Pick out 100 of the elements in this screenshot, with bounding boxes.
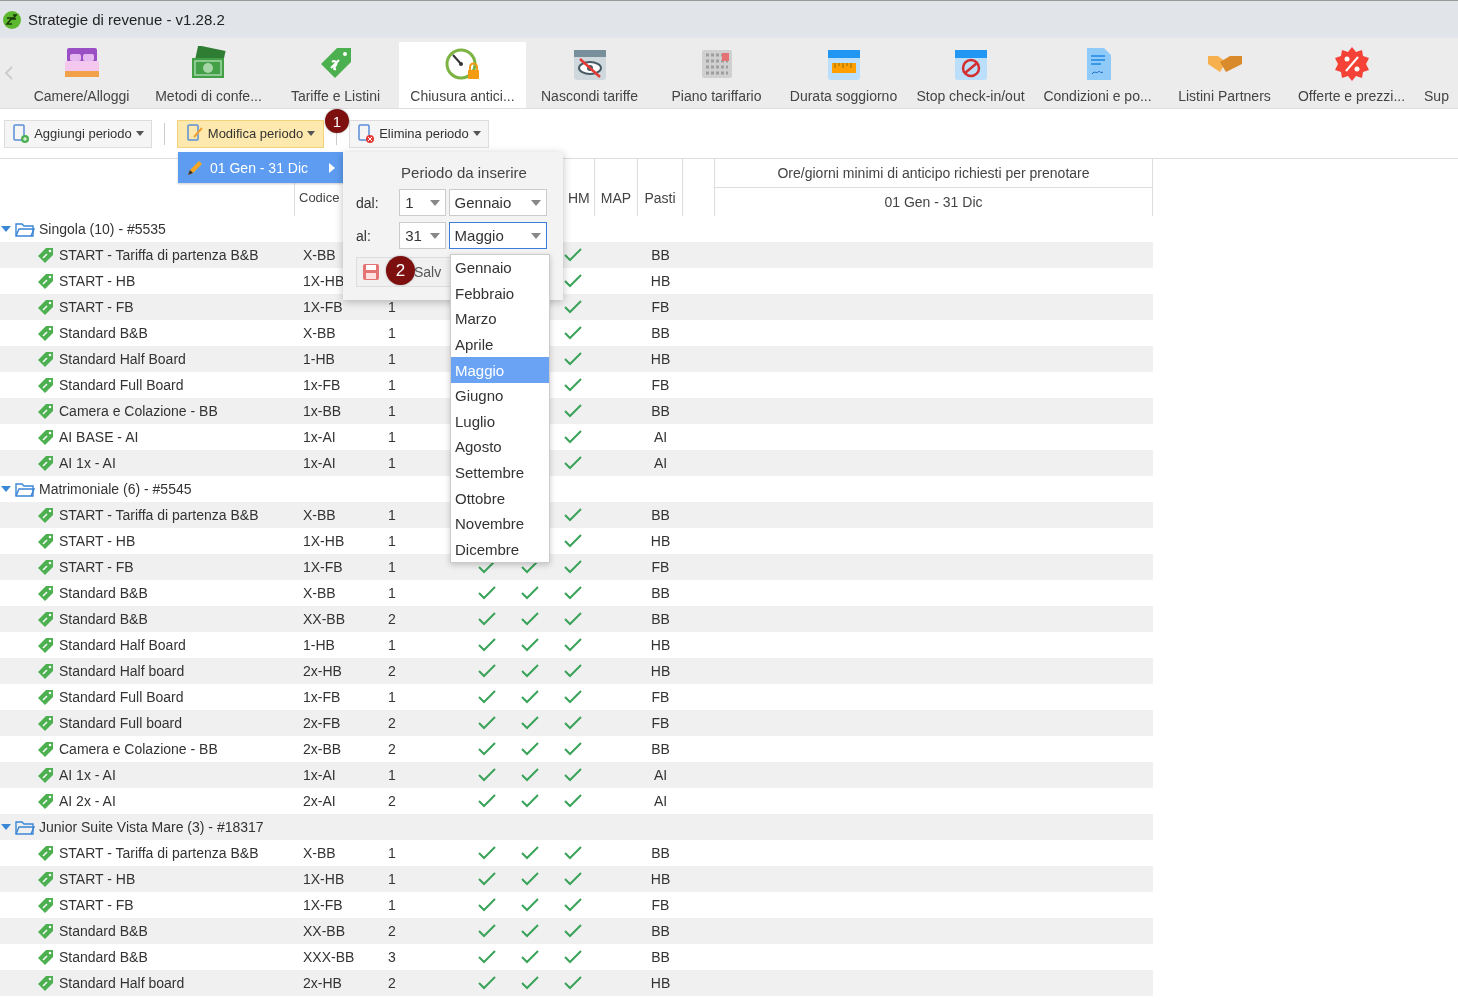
rate-code: X-BB [302,325,337,341]
meal-plan: FB [650,299,671,315]
ribbon-tab[interactable]: Tariffe e Listini [272,42,399,108]
month-option[interactable]: Luglio [451,408,549,435]
ribbon-tab[interactable]: Nascondi tariffe [526,42,653,108]
ribbon-tab[interactable]: Offerte e prezzi... [1288,42,1415,108]
ribbon-tab[interactable]: Durata soggiorno [780,42,907,108]
rate-name: Standard B&B [59,325,148,341]
expanded-caret-icon[interactable] [1,822,11,832]
checkmark-icon [477,612,496,626]
month-option[interactable]: Aprile [451,331,549,358]
expanded-caret-icon[interactable] [1,484,11,494]
month-option[interactable]: Giugno [451,382,549,409]
month-select[interactable]: Gennaio [448,189,547,216]
rate-count: 2 [387,741,397,757]
price-tag-icon [37,740,54,758]
ribbon-tab[interactable]: Listini Partners [1161,42,1288,108]
rate-count: 1 [387,689,397,705]
ribbon-tab[interactable]: Piano tariffario [653,42,780,108]
price-tag-icon [37,714,54,732]
checkmark-icon [477,950,496,964]
ribbon-tab[interactable]: Condizioni e po... [1034,42,1161,108]
rate-name: Standard Full Board [59,689,184,705]
rate-name: AI BASE - AI [59,429,139,445]
rate-name: START - FB [59,299,134,315]
meal-plan: FB [650,897,671,913]
price-tag-icon [37,324,54,342]
month-option[interactable]: Novembre [451,510,549,537]
checkmark-icon [477,638,496,652]
rate-name: Standard Full Board [59,377,184,393]
price-tag-icon [37,636,54,654]
checkmark-icon [564,638,582,652]
expanded-caret-icon[interactable] [1,224,11,234]
month-option[interactable]: Dicembre [451,536,549,563]
checkmark-icon [520,976,539,990]
checkmark-icon [564,794,582,808]
rate-name: Standard Full board [59,715,182,731]
meal-plan: AI [652,429,669,445]
ribbon-tab[interactable]: Sup [1415,42,1458,108]
checkmark-icon [564,404,582,418]
group-title[interactable]: Junior Suite Vista Mare (3) - #18317 [39,819,264,835]
toolbar-button[interactable]: Modifica periodo [177,119,324,148]
dropdown-caret-icon [135,131,144,136]
price-tag-icon [37,246,54,264]
checkmark-icon [564,352,582,366]
meal-plan: HB [649,351,672,367]
price-tag-icon [37,454,54,472]
rate-count: 3 [387,949,397,965]
day-select[interactable]: 1 [399,189,446,216]
field-label: al: [356,227,372,244]
rate-code: 1X-FB [302,897,344,913]
toolbar-button[interactable]: Aggiungi periodo [4,119,152,148]
rate-code: 1x-AI [302,455,337,471]
price-tag-icon [37,298,54,316]
rate-count: 1 [387,455,397,471]
checkmark-icon [564,742,582,756]
group-title[interactable]: Matrimoniale (6) - #5545 [39,481,192,497]
month-option[interactable]: Ottobre [451,485,549,511]
rate-count: 1 [387,377,397,393]
checkmark-icon [564,248,582,262]
meal-plan: HB [649,975,672,991]
checkmark-icon [477,976,496,990]
meal-plan: BB [650,403,671,419]
ribbon-tab[interactable]: Camere/Alloggi [18,42,145,108]
price-tag-icon [37,610,54,628]
meal-plan: BB [650,611,671,627]
checkmark-icon [477,846,496,860]
month-option[interactable]: Marzo [451,306,549,332]
price-tag-icon [37,948,54,966]
month-option[interactable]: Febbraio [451,280,549,307]
rate-name: AI 2x - AI [59,793,116,809]
price-tag-icon [37,402,54,420]
month-select[interactable]: Maggio [448,222,547,249]
rate-count: 1 [387,585,397,601]
checkmark-icon [520,846,539,860]
ribbon-tab[interactable]: Stop check-in/out [907,42,1034,108]
checkmark-icon [564,976,582,990]
month-option[interactable]: Agosto [451,434,549,460]
checkmark-icon [520,612,539,626]
ribbon-tab[interactable]: Chiusura antici... [399,42,526,108]
checkmark-icon [520,716,539,730]
month-option[interactable]: Gennaio [451,255,549,281]
rate-count: 2 [387,975,397,991]
delete-document-icon [357,123,376,144]
toolbar-button[interactable]: Elimina periodo [349,119,489,148]
rate-code: 1X-FB [302,559,344,575]
rate-name: Standard B&B [59,923,148,939]
rate-count: 1 [387,299,397,315]
day-select[interactable]: 31 [399,222,446,249]
rate-name: START - Tariffa di partenza B&B [59,845,259,861]
stopwatch-lock-icon [443,46,482,82]
rate-count: 2 [387,611,397,627]
ribbon-tab[interactable]: Metodi di confe... [145,42,272,108]
month-option[interactable]: Settembre [451,459,549,486]
checkmark-icon [564,456,582,470]
period-header: 01 Gen - 31 Dic [883,193,984,212]
group-title[interactable]: Singola (10) - #5535 [39,221,166,237]
checkmark-icon [520,950,539,964]
rate-code: 1x-FB [302,377,342,393]
checkmark-icon [520,664,539,678]
